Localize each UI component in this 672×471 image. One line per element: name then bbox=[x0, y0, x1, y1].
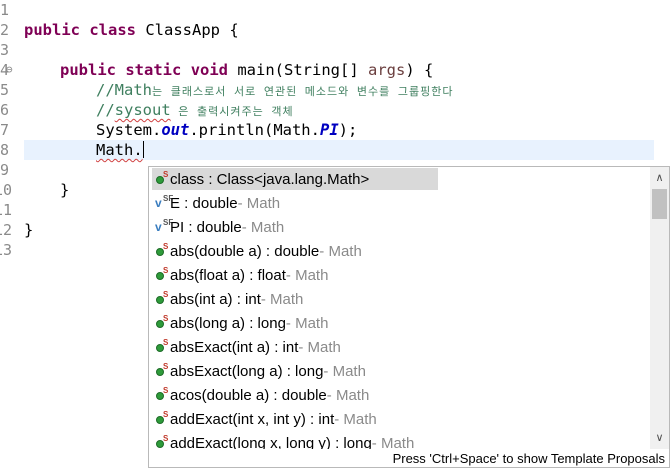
fold-marker-icon[interactable]: ⊖ bbox=[6, 60, 18, 80]
keyword: void bbox=[190, 61, 229, 79]
proposal-item[interactable]: Sabs(int a) : int - Math bbox=[149, 287, 651, 311]
keyword: class bbox=[89, 21, 137, 39]
line-number: 6 bbox=[0, 101, 10, 119]
static-method-icon: S bbox=[155, 363, 168, 379]
code-text: System. bbox=[96, 121, 162, 139]
comment-text: // bbox=[96, 101, 115, 119]
proposal-item[interactable]: Sclass : Class<java.lang.Math> bbox=[149, 167, 651, 191]
spellcheck-word: sysout bbox=[114, 101, 171, 119]
line-number: 5 bbox=[0, 81, 10, 99]
line-number: 12 bbox=[0, 221, 13, 239]
code-line-5[interactable]: //Math는 클래스로서 서로 연관된 메소드와 변수를 그룹핑한다 bbox=[96, 80, 454, 102]
static-field: PI bbox=[319, 121, 339, 139]
proposal-label: abs(long a) : long bbox=[170, 314, 286, 332]
static-method-icon: S bbox=[155, 387, 168, 403]
proposal-qualifier: - Math bbox=[323, 362, 366, 380]
static-method-icon: S bbox=[155, 291, 168, 307]
code-text: Math. bbox=[96, 141, 143, 159]
proposal-label: class : Class<java.lang.Math> bbox=[170, 170, 370, 188]
proposal-qualifier: - Math bbox=[285, 266, 329, 284]
static-method-icon: S bbox=[155, 435, 168, 449]
code-text: ); bbox=[338, 121, 358, 139]
line-number: 1 bbox=[0, 1, 10, 19]
proposal-qualifier: - Math bbox=[298, 338, 341, 356]
comment-text: 는 클래스로서 서로 연관된 메소드와 변수를 그룹핑한다 bbox=[152, 85, 454, 98]
proposal-label: absExact(long a) : long bbox=[170, 362, 324, 380]
proposal-label: abs(float a) : float bbox=[170, 266, 286, 284]
proposal-qualifier: - Math bbox=[260, 290, 304, 308]
code-text: main(String[] bbox=[228, 61, 368, 79]
line-number: 13 bbox=[0, 241, 13, 259]
code-text: ) { bbox=[405, 61, 434, 79]
proposal-item[interactable]: SabsExact(long a) : long - Math bbox=[149, 359, 651, 383]
proposal-item[interactable]: v SF E : double - Math bbox=[149, 191, 651, 215]
static-method-icon: S bbox=[155, 243, 168, 259]
code-text: .println(Math. bbox=[189, 121, 320, 139]
code-text: ClassApp { bbox=[136, 21, 239, 39]
proposal-qualifier: - Math bbox=[237, 194, 281, 212]
static-final-field-icon: v SF bbox=[155, 218, 174, 234]
line-number: 3 bbox=[0, 41, 10, 59]
keyword: public bbox=[60, 61, 116, 79]
code-line-8[interactable]: Math. bbox=[96, 140, 144, 160]
code-text: } bbox=[24, 221, 34, 239]
proposal-item[interactable]: Sabs(float a) : float - Math bbox=[149, 263, 651, 287]
scrollbar-thumb[interactable] bbox=[652, 189, 667, 219]
content-assist-popup[interactable]: Sclass : Class<java.lang.Math> v SF E : dou… bbox=[148, 166, 670, 468]
proposal-qualifier: - Math bbox=[326, 386, 370, 404]
scroll-down-arrow-icon[interactable]: ∨ bbox=[650, 429, 669, 447]
line-number-gutter: 1234⊖5678910111213 bbox=[0, 0, 14, 471]
proposal-item[interactable]: Sabs(long a) : long - Math bbox=[149, 311, 651, 335]
line-number: 8 bbox=[0, 141, 10, 159]
code-line-7[interactable]: System.out.println(Math.PI); bbox=[96, 120, 357, 140]
static-method-icon: S bbox=[155, 315, 168, 331]
parameter-name: args bbox=[368, 61, 406, 79]
static-final-field-icon: v SF bbox=[155, 194, 174, 210]
proposal-qualifier: - Math bbox=[334, 410, 377, 428]
code-line-2[interactable]: public class ClassApp { bbox=[24, 20, 239, 40]
code-text: } bbox=[60, 181, 70, 199]
proposal-label: E : double bbox=[170, 194, 238, 212]
static-method-icon: S bbox=[155, 411, 168, 427]
proposal-qualifier: - Math bbox=[285, 314, 329, 332]
line-number: 10 bbox=[0, 181, 13, 199]
line-number: 11 bbox=[0, 201, 13, 219]
proposal-label: PI : double bbox=[170, 218, 242, 236]
scroll-up-arrow-icon[interactable]: ∧ bbox=[650, 169, 669, 187]
proposal-item[interactable]: Sabs(double a) : double - Math bbox=[149, 239, 651, 263]
proposal-label: addExact(int x, int y) : int bbox=[170, 410, 335, 428]
proposal-scrollbar[interactable]: ∧ ∨ bbox=[650, 167, 669, 449]
proposal-item[interactable]: SaddExact(int x, int y) : int - Math bbox=[149, 407, 651, 431]
comment-text: 은 출력시켜주는 객체 bbox=[170, 105, 294, 118]
proposal-qualifier: - Math bbox=[241, 218, 285, 236]
proposal-label: abs(double a) : double bbox=[170, 242, 320, 260]
template-proposals-hint: Press 'Ctrl+Space' to show Template Prop… bbox=[149, 449, 669, 467]
static-method-icon: S bbox=[155, 171, 168, 187]
proposal-qualifier: - Math bbox=[371, 434, 415, 450]
comment-text: //Math bbox=[96, 81, 152, 99]
proposal-item[interactable]: Sacos(double a) : double - Math bbox=[149, 383, 651, 407]
proposal-label: acos(double a) : double bbox=[170, 386, 327, 404]
code-line-10[interactable]: } bbox=[60, 180, 69, 200]
keyword: public bbox=[24, 21, 80, 39]
static-field: out bbox=[161, 121, 190, 139]
keyword: static bbox=[125, 61, 182, 79]
line-number: 7 bbox=[0, 121, 10, 139]
proposal-qualifier: - Math bbox=[319, 242, 362, 260]
proposal-label: abs(int a) : int bbox=[170, 290, 261, 308]
proposal-label: absExact(int a) : int bbox=[170, 338, 299, 356]
code-line-6[interactable]: //sysout 은 출력시켜주는 객체 bbox=[96, 100, 294, 122]
text-caret bbox=[142, 141, 144, 158]
static-method-icon: S bbox=[155, 267, 168, 283]
proposal-list[interactable]: Sclass : Class<java.lang.Math> v SF E : dou… bbox=[149, 167, 651, 449]
proposal-item[interactable]: SaddExact(long x, long y) : long - Math bbox=[149, 431, 651, 449]
code-line-4[interactable]: public static void main(String[] args) { bbox=[60, 60, 433, 80]
line-number: 9 bbox=[0, 161, 10, 179]
proposal-label: addExact(long x, long y) : long bbox=[170, 434, 372, 450]
proposal-item[interactable]: v SF PI : double - Math bbox=[149, 215, 651, 239]
code-line-12[interactable]: } bbox=[24, 220, 33, 240]
proposal-item[interactable]: SabsExact(int a) : int - Math bbox=[149, 335, 651, 359]
line-number: 2 bbox=[0, 21, 10, 39]
static-method-icon: S bbox=[155, 339, 168, 355]
